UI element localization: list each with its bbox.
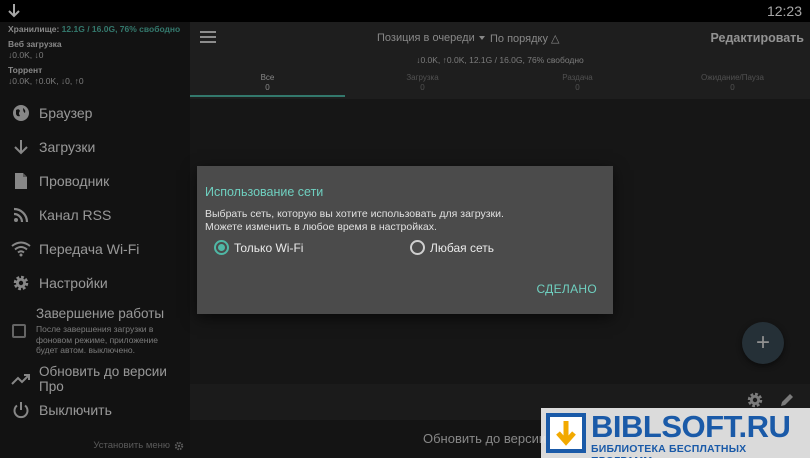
dialog-message: Выбрать сеть, которую вы хотите использо… xyxy=(205,208,605,234)
radio-wifi-only[interactable]: Только Wi-Fi xyxy=(214,240,303,255)
watermark-tagline: БИБЛИОТЕКА БЕСПЛАТНЫХ ПРОГРАММ xyxy=(591,443,747,458)
radio-checked-icon xyxy=(214,240,229,255)
watermark-brand: BIBLSOFT.RU xyxy=(591,409,791,444)
watermark: BIBLSOFT.RU БИБЛИОТЕКА БЕСПЛАТНЫХ ПРОГРА… xyxy=(541,408,810,458)
radio-label: Любая сеть xyxy=(430,240,495,255)
network-usage-dialog: Использование сети Выбрать сеть, которую… xyxy=(197,166,613,314)
radio-unchecked-icon xyxy=(410,240,425,255)
dialog-message-line: Выбрать сеть, которую вы хотите использо… xyxy=(205,208,504,220)
dialog-title: Использование сети xyxy=(205,185,324,199)
watermark-logo xyxy=(546,413,586,453)
dialog-message-line: Можете изменить в любое время в настройк… xyxy=(205,221,437,233)
done-button[interactable]: СДЕЛАНО xyxy=(536,282,597,296)
radio-any-network[interactable]: Любая сеть xyxy=(410,240,494,255)
radio-label: Только Wi-Fi xyxy=(234,240,304,255)
